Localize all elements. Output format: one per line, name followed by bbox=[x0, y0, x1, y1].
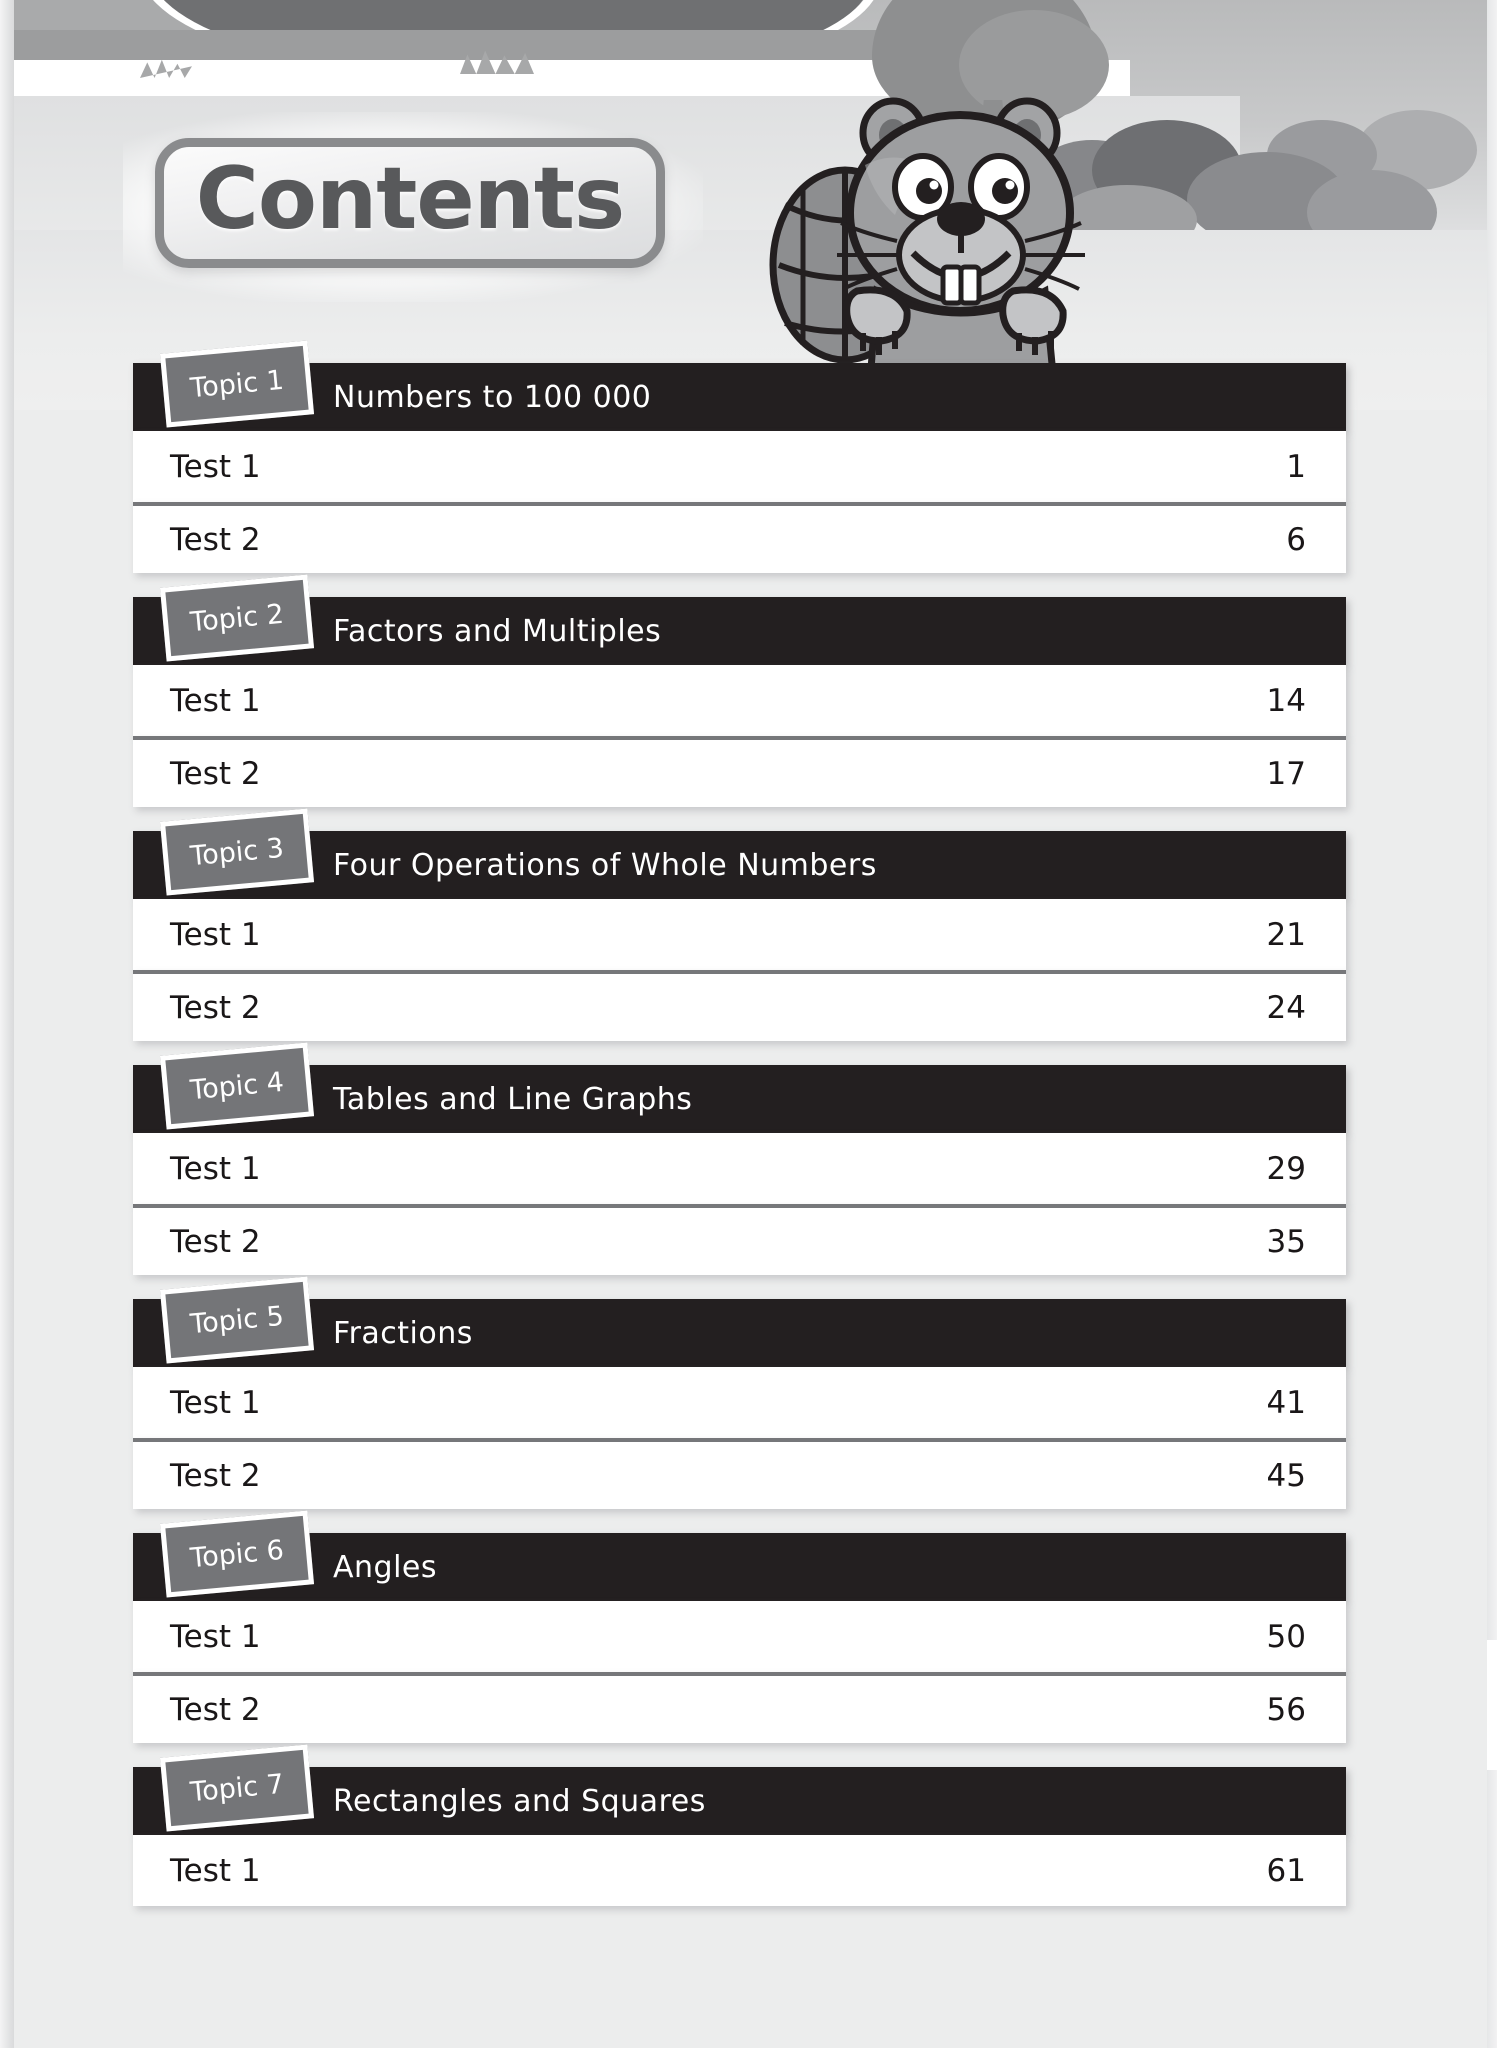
topic-header: Topic 2 Factors and Multiples bbox=[133, 574, 1346, 665]
test-label: Test 1 bbox=[170, 916, 261, 953]
topic-tab: Topic 2 bbox=[159, 574, 315, 662]
topic-tab-label: Topic 5 bbox=[188, 1300, 286, 1340]
test-label: Test 2 bbox=[170, 1691, 261, 1728]
page-title-badge: Contents bbox=[155, 138, 665, 268]
test-row[interactable]: Test 2 45 bbox=[133, 1438, 1346, 1509]
test-row[interactable]: Test 2 24 bbox=[133, 970, 1346, 1041]
topic-tab-label: Topic 6 bbox=[188, 1534, 286, 1574]
table-of-contents: Topic 1 Numbers to 100 000 Test 1 1 Test… bbox=[133, 340, 1346, 1930]
test-page-number: 6 bbox=[1286, 521, 1306, 558]
test-page-number: 41 bbox=[1266, 1384, 1306, 1421]
topic-tab-label: Topic 3 bbox=[188, 832, 286, 872]
topic-header: Topic 4 Tables and Line Graphs bbox=[133, 1042, 1346, 1133]
topic-tab: Topic 7 bbox=[159, 1744, 315, 1832]
page-edge-left bbox=[0, 0, 14, 2048]
topic-block: Topic 7 Rectangles and Squares Test 1 61 bbox=[133, 1744, 1346, 1906]
test-page-number: 14 bbox=[1266, 682, 1306, 719]
topic-title: Numbers to 100 000 bbox=[333, 379, 652, 415]
test-label: Test 1 bbox=[170, 1384, 261, 1421]
beaver-mascot-icon bbox=[745, 95, 1145, 395]
topic-tab: Topic 3 bbox=[159, 808, 315, 896]
test-label: Test 2 bbox=[170, 1223, 261, 1260]
test-row[interactable]: Test 2 56 bbox=[133, 1672, 1346, 1743]
test-page-number: 35 bbox=[1266, 1223, 1306, 1260]
test-label: Test 2 bbox=[170, 989, 261, 1026]
test-row[interactable]: Test 2 35 bbox=[133, 1204, 1346, 1275]
test-page-number: 56 bbox=[1266, 1691, 1306, 1728]
topic-block: Topic 1 Numbers to 100 000 Test 1 1 Test… bbox=[133, 340, 1346, 573]
test-label: Test 1 bbox=[170, 1618, 261, 1655]
test-row[interactable]: Test 1 21 bbox=[133, 899, 1346, 970]
topic-header: Topic 6 Angles bbox=[133, 1510, 1346, 1601]
topic-tab-label: Topic 4 bbox=[188, 1066, 286, 1106]
test-page-number: 17 bbox=[1266, 755, 1306, 792]
topic-title: Fractions bbox=[333, 1315, 473, 1351]
topic-tab: Topic 6 bbox=[159, 1510, 315, 1598]
topic-title: Four Operations of Whole Numbers bbox=[333, 847, 877, 883]
page-edge-notch bbox=[1487, 1640, 1497, 1770]
topic-title: Tables and Line Graphs bbox=[333, 1081, 693, 1117]
topic-block: Topic 4 Tables and Line Graphs Test 1 29… bbox=[133, 1042, 1346, 1275]
test-row[interactable]: Test 2 6 bbox=[133, 502, 1346, 573]
test-row[interactable]: Test 1 29 bbox=[133, 1133, 1346, 1204]
topic-header: Topic 1 Numbers to 100 000 bbox=[133, 340, 1346, 431]
test-page-number: 50 bbox=[1266, 1618, 1306, 1655]
topic-tab: Topic 4 bbox=[159, 1042, 315, 1130]
topic-block: Topic 5 Fractions Test 1 41 Test 2 45 bbox=[133, 1276, 1346, 1509]
page-title-container: Contents bbox=[123, 112, 703, 302]
topic-tab: Topic 5 bbox=[159, 1276, 315, 1364]
test-page-number: 45 bbox=[1266, 1457, 1306, 1494]
test-label: Test 2 bbox=[170, 1457, 261, 1494]
page-title: Contents bbox=[195, 149, 625, 249]
topic-tab: Topic 1 bbox=[159, 340, 315, 428]
topic-block: Topic 3 Four Operations of Whole Numbers… bbox=[133, 808, 1346, 1041]
contents-page: Contents Topic 1 Numbers to 100 000 Test… bbox=[0, 0, 1497, 2048]
topic-header: Topic 3 Four Operations of Whole Numbers bbox=[133, 808, 1346, 899]
test-label: Test 1 bbox=[170, 448, 261, 485]
test-label: Test 2 bbox=[170, 755, 261, 792]
topic-block: Topic 6 Angles Test 1 50 Test 2 56 bbox=[133, 1510, 1346, 1743]
test-label: Test 1 bbox=[170, 1852, 261, 1889]
topic-header: Topic 7 Rectangles and Squares bbox=[133, 1744, 1346, 1835]
test-label: Test 1 bbox=[170, 682, 261, 719]
test-row[interactable]: Test 1 1 bbox=[133, 431, 1346, 502]
topic-tab-label: Topic 2 bbox=[188, 598, 286, 638]
test-page-number: 24 bbox=[1266, 989, 1306, 1026]
test-label: Test 1 bbox=[170, 1150, 261, 1187]
test-page-number: 61 bbox=[1266, 1852, 1306, 1889]
test-row[interactable]: Test 1 61 bbox=[133, 1835, 1346, 1906]
topic-title: Rectangles and Squares bbox=[333, 1783, 706, 1819]
topic-title: Factors and Multiples bbox=[333, 613, 662, 649]
test-row[interactable]: Test 1 41 bbox=[133, 1367, 1346, 1438]
topic-block: Topic 2 Factors and Multiples Test 1 14 … bbox=[133, 574, 1346, 807]
topic-tab-label: Topic 7 bbox=[188, 1768, 286, 1808]
test-row[interactable]: Test 1 14 bbox=[133, 665, 1346, 736]
test-page-number: 1 bbox=[1286, 448, 1306, 485]
topic-header: Topic 5 Fractions bbox=[133, 1276, 1346, 1367]
test-page-number: 21 bbox=[1266, 916, 1306, 953]
test-row[interactable]: Test 2 17 bbox=[133, 736, 1346, 807]
topic-tab-label: Topic 1 bbox=[188, 364, 286, 404]
test-label: Test 2 bbox=[170, 521, 261, 558]
topic-title: Angles bbox=[333, 1549, 438, 1585]
test-row[interactable]: Test 1 50 bbox=[133, 1601, 1346, 1672]
test-page-number: 29 bbox=[1266, 1150, 1306, 1187]
